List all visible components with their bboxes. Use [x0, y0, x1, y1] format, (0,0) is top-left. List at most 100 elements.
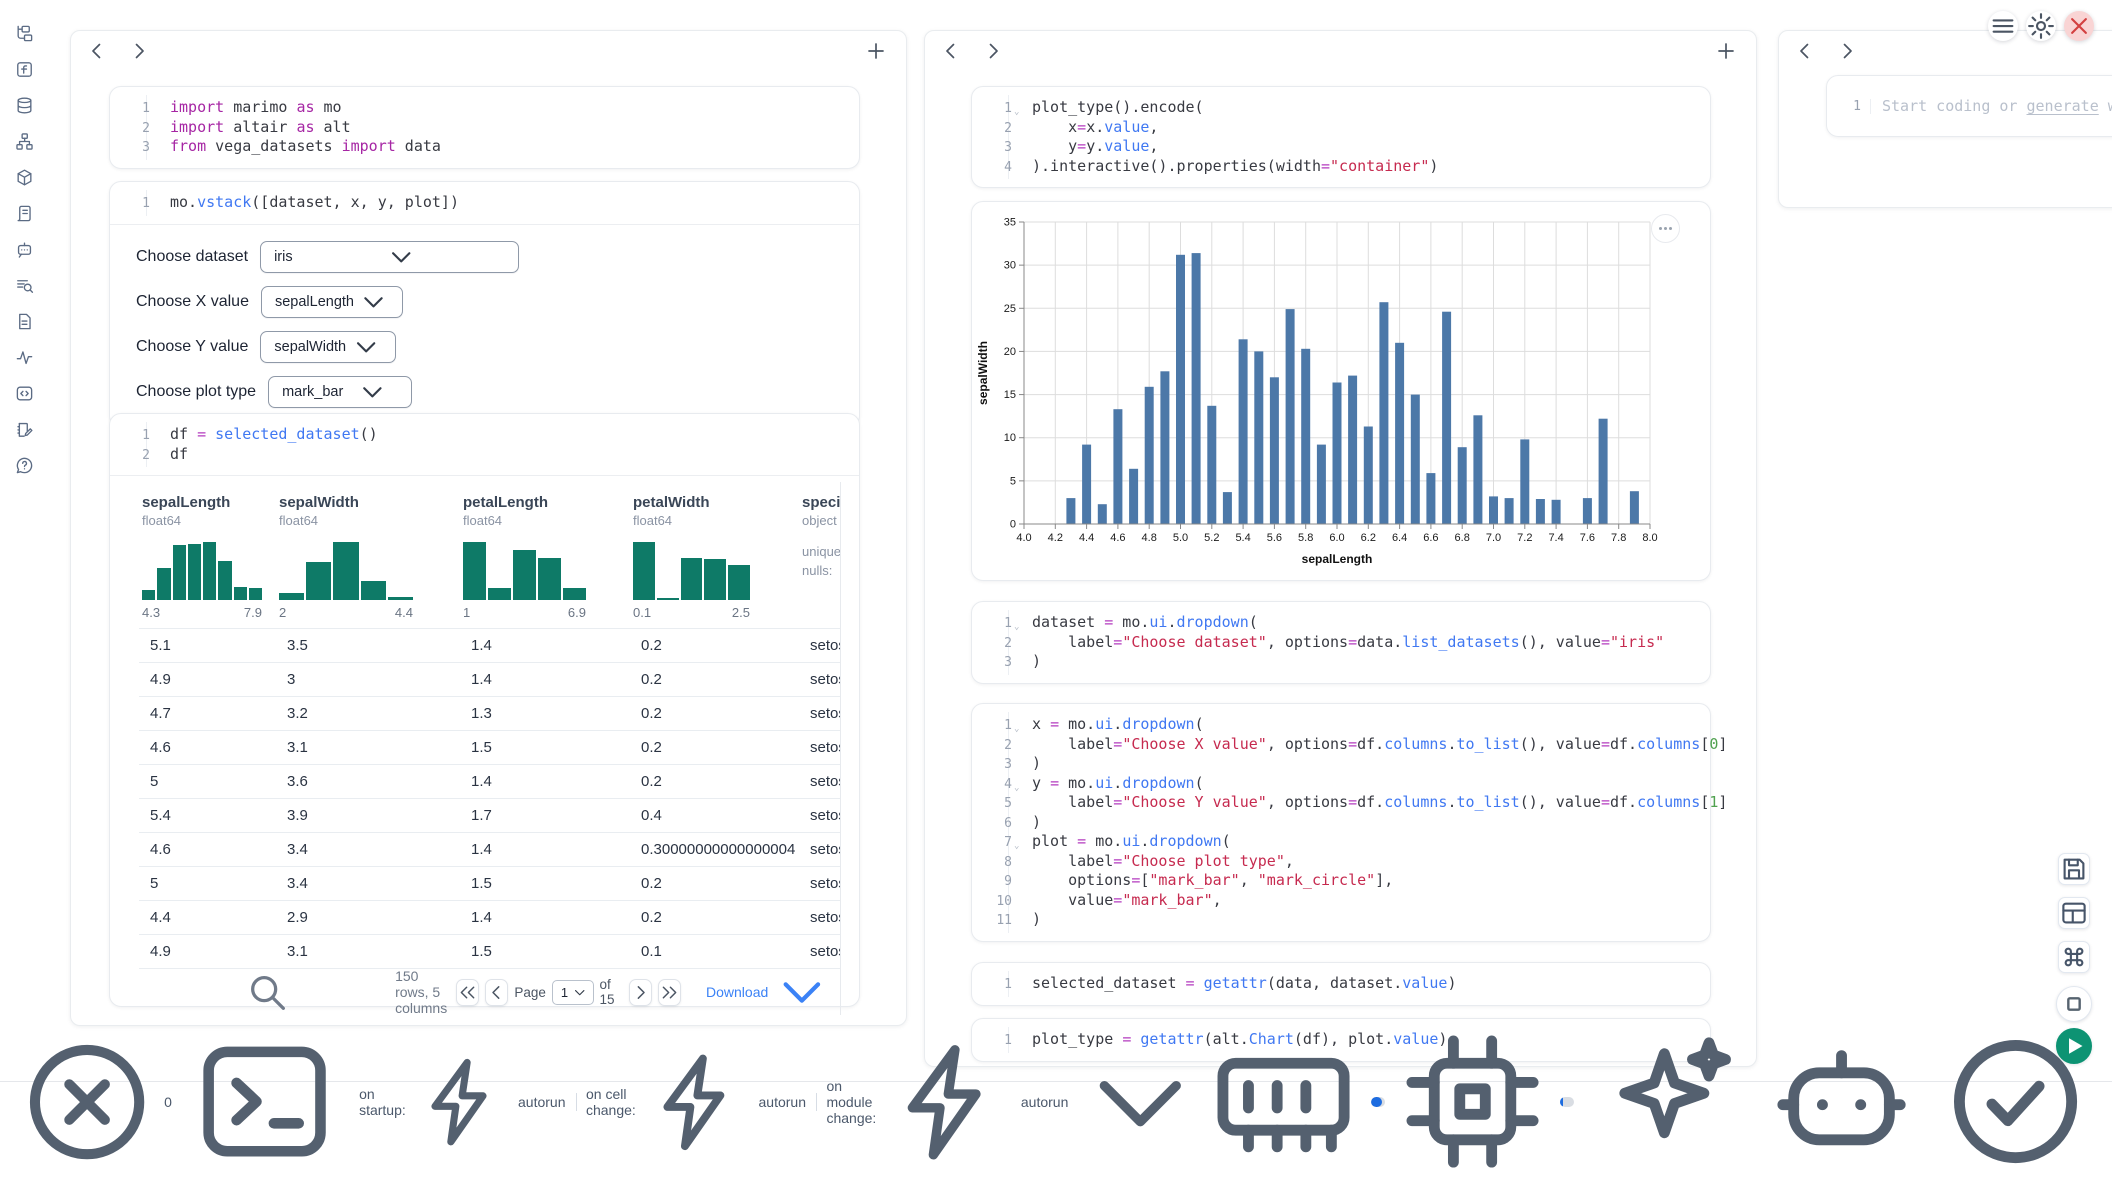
- vstack-code-cell[interactable]: 1mo.vstack([dataset, x, y, plot]) Choose…: [109, 181, 860, 428]
- scroll-left-button[interactable]: [1793, 39, 1817, 63]
- ai-sparkles-icon[interactable]: [1591, 1025, 1744, 1178]
- empty-code-cell[interactable]: 1 Start coding or generate with AI: [1826, 75, 2112, 137]
- table-column-header[interactable]: petalWidthfloat640.12.5: [633, 494, 802, 620]
- svg-text:5.2: 5.2: [1204, 532, 1219, 544]
- sidebar-item-package[interactable]: [15, 168, 34, 187]
- dataframe-code-cell[interactable]: 1df = selected_dataset()2df sepalLengthf…: [109, 413, 860, 1007]
- code-line: 9 options=["mark_bar", "mark_circle"],: [986, 871, 1694, 891]
- table-row[interactable]: 4.931.40.2setosa: [139, 662, 840, 696]
- assistant-robot-icon[interactable]: [1765, 1025, 1918, 1178]
- sidebar-item-functions[interactable]: [15, 60, 34, 79]
- keyboard-shortcuts-button[interactable]: [2058, 941, 2090, 973]
- line-number: 1⌄: [986, 716, 1012, 736]
- error-count-badge[interactable]: 0: [16, 1031, 172, 1173]
- search-icon[interactable]: [148, 969, 386, 1015]
- table-cell: 0.2: [641, 671, 810, 688]
- table-column-header[interactable]: speciesobjectunique:nulls:: [802, 494, 840, 620]
- svg-text:sepalLength: sepalLength: [1302, 552, 1373, 566]
- dropdown-select[interactable]: mark_bar: [268, 376, 412, 408]
- left-notebook-column: 1import marimo as mo2import altair as al…: [70, 30, 907, 1026]
- plot-code-cell[interactable]: 1⌄plot_type().encode(2 x=x.value,3 y=y.v…: [971, 86, 1711, 188]
- table-cell: 1.4: [471, 637, 641, 654]
- table-cell: 3.1: [287, 739, 471, 756]
- xy-plot-dropdowns-code-cell[interactable]: 1⌄x = mo.ui.dropdown(2 label="Choose X v…: [971, 703, 1711, 942]
- sidebar-item-file-tree[interactable]: [15, 24, 34, 43]
- terminal-button[interactable]: [190, 1027, 339, 1176]
- status-runtime-item[interactable]: on cell change: autorun: [586, 1047, 806, 1158]
- next-page-button[interactable]: [629, 979, 652, 1006]
- sidebar-item-document[interactable]: [15, 312, 34, 331]
- table-column-header[interactable]: sepalLengthfloat644.37.9: [142, 494, 279, 620]
- settings-button[interactable]: [2026, 11, 2056, 41]
- sidebar-item-tracing-pulse[interactable]: [15, 348, 34, 367]
- prev-page-button[interactable]: [485, 979, 508, 1006]
- sidebar-item-scratchpad[interactable]: [15, 420, 34, 439]
- scroll-right-button[interactable]: [127, 39, 151, 63]
- sidebar-icon-rail: [0, 24, 48, 475]
- code-line: 1import marimo as mo: [124, 98, 843, 118]
- add-column-button[interactable]: [1714, 39, 1738, 63]
- menu-button[interactable]: [1988, 11, 2018, 41]
- shutdown-button[interactable]: [2064, 11, 2094, 41]
- last-page-button[interactable]: [658, 979, 681, 1006]
- table-row[interactable]: 53.61.40.2setosa: [139, 764, 840, 798]
- scroll-left-button[interactable]: [85, 39, 109, 63]
- table-row[interactable]: 4.63.41.40.30000000000000004setosa: [139, 832, 840, 866]
- dropdown-select[interactable]: sepalWidth: [260, 331, 396, 363]
- dropdown-label: Choose dataset: [136, 248, 248, 266]
- first-page-button[interactable]: [456, 979, 479, 1006]
- svg-text:4.0: 4.0: [1016, 532, 1031, 544]
- code-line: 5 label="Choose Y value", options=df.col…: [986, 793, 1694, 813]
- sidebar-item-chat-bot[interactable]: [15, 240, 34, 259]
- sidebar-item-database[interactable]: [15, 96, 34, 115]
- table-cell: 3.6: [287, 773, 471, 790]
- download-link[interactable]: Download: [706, 962, 832, 1015]
- code-line: 1df = selected_dataset(): [124, 425, 843, 445]
- status-runtime-item[interactable]: on startup: autorun: [359, 1052, 565, 1152]
- bar-chart[interactable]: 4.04.24.44.64.85.05.25.45.65.86.06.26.46…: [972, 202, 1710, 580]
- imports-code-cell[interactable]: 1import marimo as mo2import altair as al…: [109, 86, 860, 169]
- interrupt-button[interactable]: [2056, 986, 2092, 1022]
- table-header: sepalLengthfloat644.37.9 sepalWidthfloat…: [139, 482, 840, 628]
- status-runtime-item[interactable]: on module change: autorun: [826, 1036, 1207, 1169]
- table-row[interactable]: 4.73.21.30.2setosa: [139, 696, 840, 730]
- table-column-header[interactable]: petalLengthfloat6416.9: [463, 494, 633, 620]
- dropdown-select[interactable]: iris: [260, 241, 519, 273]
- scroll-right-button[interactable]: [981, 39, 1005, 63]
- table-cell: 3.5: [287, 637, 471, 654]
- generate-link[interactable]: generate: [2027, 97, 2099, 115]
- dropdown-select[interactable]: sepalLength: [261, 286, 403, 318]
- table-column-header[interactable]: sepalWidthfloat6424.4: [279, 494, 463, 620]
- table-row[interactable]: 53.41.50.2setosa: [139, 866, 840, 900]
- scroll-right-button[interactable]: [1835, 39, 1859, 63]
- app-view-button[interactable]: [2058, 897, 2090, 929]
- line-number: 10: [986, 892, 1012, 912]
- table-row[interactable]: 5.43.91.70.4setosa: [139, 798, 840, 832]
- dataset-dropdown-code-cell[interactable]: 1⌄dataset = mo.ui.dropdown(2 label="Choo…: [971, 601, 1711, 684]
- svg-text:5.0: 5.0: [1173, 532, 1188, 544]
- memory-usage-meter: [1371, 1097, 1384, 1107]
- page-count: of 15: [600, 977, 623, 1007]
- page-select[interactable]: 1: [552, 980, 594, 1005]
- chat-bot-icon: [15, 240, 34, 259]
- table-row[interactable]: 4.63.11.50.2setosa: [139, 730, 840, 764]
- line-number: 3: [986, 653, 1012, 673]
- table-row[interactable]: 5.13.51.40.2setosa: [139, 628, 840, 662]
- selected-dataset-code-cell[interactable]: 1selected_dataset = getattr(data, datase…: [971, 962, 1711, 1006]
- connection-status-icon[interactable]: [1939, 1025, 2092, 1178]
- sidebar-item-code-snippet[interactable]: [15, 384, 34, 403]
- layout-icon: [2059, 898, 2089, 928]
- line-number: 3: [986, 755, 1012, 775]
- line-number: 2: [124, 446, 150, 466]
- sidebar-item-script-log[interactable]: [15, 204, 34, 223]
- sidebar-item-help[interactable]: [15, 456, 34, 475]
- scroll-left-button[interactable]: [939, 39, 963, 63]
- sidebar-item-variable-search[interactable]: [15, 276, 34, 295]
- table-row[interactable]: 4.42.91.40.2setosa: [139, 900, 840, 934]
- save-button[interactable]: [2058, 853, 2090, 885]
- add-column-button[interactable]: [864, 39, 888, 63]
- chart-options-button[interactable]: [1651, 214, 1680, 243]
- code-line: 4).interactive().properties(width="conta…: [986, 157, 1694, 177]
- chevron-left-icon: [1793, 39, 1817, 63]
- sidebar-item-dependency-graph[interactable]: [15, 132, 34, 151]
